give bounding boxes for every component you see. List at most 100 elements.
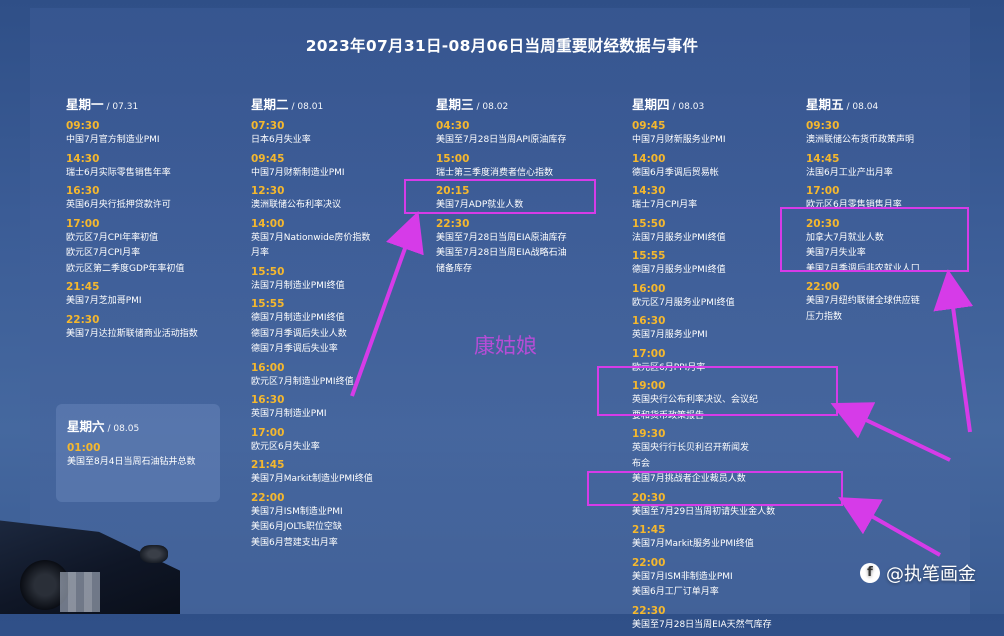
- event-entry: 22:30 美国至7月28日当周EIA原油库存 美国至7月28日当周EIA战略石油储…: [436, 217, 606, 278]
- column-saturday: 星期六/ 08.05 01:00 美国至8月4日当周石油钻井总数: [67, 416, 195, 474]
- event-item: 美国7月Markit制造业PMI终值: [251, 474, 373, 484]
- event-entry: 09:30 澳洲联储公布货币政策声明: [806, 119, 976, 149]
- event-item: 瑞士7月CPI月率: [632, 200, 698, 210]
- event-entry: 16:30 英国7月服务业PMI: [632, 314, 802, 344]
- event-time: 22:00: [251, 491, 285, 504]
- event-entry: 09:45 中国7月财新制造业PMI: [251, 152, 421, 182]
- event-time: 12:30: [251, 185, 285, 197]
- event-time: 21:45: [251, 459, 285, 471]
- event-time: 07:30: [251, 120, 285, 132]
- day-date: / 08.03: [672, 102, 705, 112]
- event-entry: 16:30 英国6月央行抵押贷款许可: [66, 184, 236, 214]
- highlight-box-adp: [404, 179, 596, 214]
- day-date: / 08.01: [291, 102, 324, 112]
- event-entry: 14:30 瑞士6月实际零售销售年率: [66, 152, 236, 182]
- event-item: 布会: [632, 458, 651, 469]
- event-time: 21:45: [66, 281, 100, 293]
- event-item: 德国7月服务业PMI终值: [632, 265, 726, 275]
- column-monday: 星期一/ 07.31 09:30 中国7月官方制造业PMI 14:30 瑞士6月实际零售…: [66, 94, 236, 345]
- event-entry: 17:00 欧元区7月CPI年率初值 欧元区7月CPI月率 欧元区第二季度GDP年率初…: [66, 217, 236, 278]
- day-header: 星期二/ 08.01: [251, 94, 421, 113]
- day-name: 星期六: [67, 419, 105, 434]
- event-entry: 14:00 英国7月Nationwide房价指数 月率: [251, 217, 421, 262]
- event-item: 中国7月财新服务业PMI: [632, 135, 726, 145]
- event-time: 16:30: [66, 185, 100, 197]
- saturday-card: 星期六/ 08.05 01:00 美国至8月4日当周石油钻井总数: [56, 404, 220, 502]
- event-item: 美国7月ISM非制造业PMI: [632, 571, 733, 582]
- event-time: 14:30: [66, 152, 100, 165]
- event-time: 15:55: [632, 250, 666, 262]
- event-time: 14:00: [251, 217, 285, 230]
- event-item: 英国6月央行抵押贷款许可: [66, 200, 171, 210]
- event-item: 美国至7月29日当周初请失业金人数: [632, 506, 776, 517]
- event-item: 英国7月制造业PMI: [251, 409, 327, 419]
- column-tuesday: 星期二/ 08.01 07:30 日本6月失业率 09:45 中国7月财新制造业PMI 1…: [251, 94, 421, 554]
- event-time: 16:30: [251, 394, 285, 406]
- event-time: 15:55: [251, 298, 285, 310]
- event-entry: 15:50 法国7月服务业PMI终值: [632, 217, 802, 247]
- event-entry: 21:45 美国7月Markit服务业PMI终值: [632, 523, 802, 553]
- day-date: / 08.05: [107, 424, 140, 434]
- event-entry: 22:30 美国至7月28日当周EIA天然气库存: [632, 604, 802, 634]
- event-time: 04:30: [436, 120, 470, 132]
- event-entry: 09:30 中国7月官方制造业PMI: [66, 119, 236, 149]
- event-time: 19:30: [632, 428, 666, 440]
- day-header: 星期四/ 08.03: [632, 94, 802, 113]
- event-time: 15:50: [251, 265, 285, 278]
- event-time: 14:00: [632, 152, 666, 165]
- event-time: 17:00: [251, 426, 285, 439]
- event-time: 09:45: [251, 152, 285, 165]
- day-name: 星期一: [66, 97, 104, 112]
- event-entry: 14:45 法国6月工业产出月率: [806, 152, 976, 182]
- event-item: 德国7月季调后失业人数: [251, 328, 347, 339]
- event-time: 16:00: [632, 282, 666, 295]
- event-entry: 17:00 欧元区6月失业率: [251, 426, 421, 456]
- day-header: 星期六/ 08.05: [67, 416, 195, 435]
- event-entry: 22:00 美国7月ISM非制造业PMI 美国6月工厂订单月率: [632, 556, 802, 601]
- event-item: 英国7月Nationwide房价指数: [251, 232, 371, 243]
- event-time: 09:30: [806, 120, 840, 132]
- event-item: 法国7月制造业PMI终值: [251, 280, 345, 291]
- event-item: 欧元区第二季度GDP年率初值: [66, 263, 185, 274]
- column-thursday: 星期四/ 08.03 09:45 中国7月财新服务业PMI 14:00 德国6月季调后贸…: [632, 94, 802, 636]
- event-item: 美国至7月28日当周EIA原油库存: [436, 232, 567, 243]
- event-item: 欧元区6月失业率: [251, 441, 320, 452]
- event-item: 中国7月财新制造业PMI: [251, 167, 345, 178]
- day-header: 星期一/ 07.31: [66, 94, 236, 113]
- event-time: 22:30: [436, 217, 470, 230]
- event-item: 中国7月官方制造业PMI: [66, 135, 160, 145]
- event-item: 欧元区7月CPI月率: [66, 248, 141, 258]
- day-date: / 08.02: [476, 102, 509, 112]
- event-time: 22:30: [66, 313, 100, 326]
- event-item: 法国7月服务业PMI终值: [632, 232, 726, 243]
- event-entry: 07:30 日本6月失业率: [251, 119, 421, 149]
- event-entry: 21:45 美国7月Markit制造业PMI终值: [251, 458, 421, 488]
- event-entry: 14:30 瑞士7月CPI月率: [632, 184, 802, 214]
- event-entry: 22:00 美国7月ISM制造业PMI 美国6月JOLTs职位空缺 美国6月营建支出月…: [251, 491, 421, 552]
- event-time: 09:45: [632, 120, 666, 132]
- event-item: 澳洲联储公布利率决议: [251, 200, 342, 210]
- event-entry: 15:00 瑞士第三季度消费者信心指数: [436, 152, 606, 182]
- event-entry: 21:45 美国7月芝加哥PMI: [66, 280, 236, 310]
- day-date: / 07.31: [106, 102, 139, 112]
- event-entry: 12:30 澳洲联储公布利率决议: [251, 184, 421, 214]
- watermark-text: 康姑娘: [474, 334, 537, 358]
- event-item: 美国6月营建支出月率: [251, 537, 338, 548]
- event-entry: 14:00 德国6月季调后贸易帐: [632, 152, 802, 182]
- event-entry: 09:45 中国7月财新服务业PMI: [632, 119, 802, 149]
- event-item: 英国7月服务业PMI: [632, 330, 708, 340]
- day-date: / 08.04: [846, 102, 879, 112]
- event-time: 22:30: [632, 604, 666, 617]
- page-title: 2023年07月31日-08月06日当周重要财经数据与事件: [305, 37, 699, 55]
- event-entry: 16:30 英国7月制造业PMI: [251, 393, 421, 423]
- event-item: 美国至8月4日当周石油钻井总数: [67, 457, 196, 467]
- event-entry: 04:30 美国至7月28日当周API原油库存: [436, 119, 606, 149]
- event-time: 16:00: [251, 361, 285, 374]
- brand-watermark: f @执笔画金: [860, 560, 976, 586]
- event-item: 美国7月芝加哥PMI: [66, 296, 142, 306]
- event-item: 欧元区7月CPI年率初值: [66, 232, 159, 243]
- event-entry: 15:55 德国7月服务业PMI终值: [632, 249, 802, 279]
- event-item: 月率: [251, 248, 270, 258]
- event-item: 欧元区7月服务业PMI终值: [632, 297, 735, 308]
- event-time: 15:50: [632, 217, 666, 230]
